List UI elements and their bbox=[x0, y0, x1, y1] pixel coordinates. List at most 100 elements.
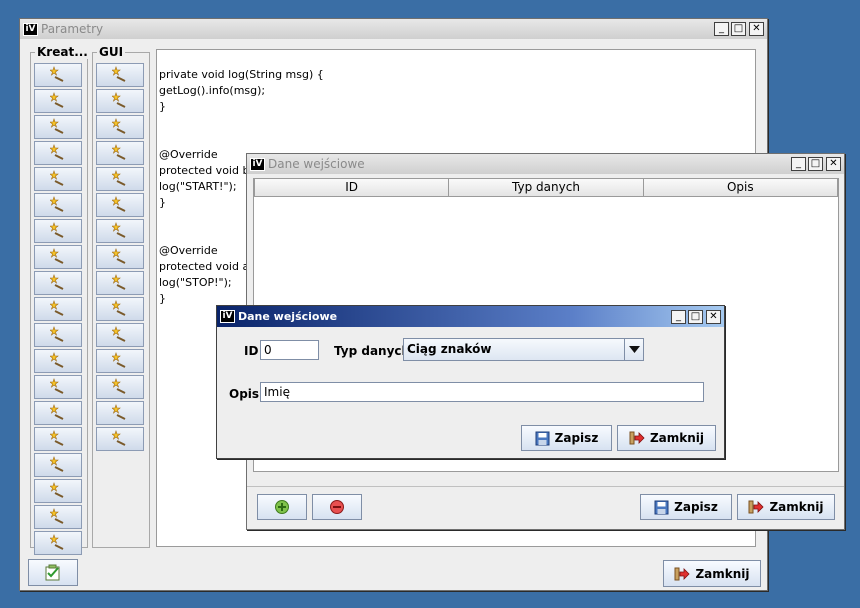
opis-field[interactable]: Imię bbox=[260, 382, 704, 402]
kreator-wand-button[interactable] bbox=[34, 401, 82, 425]
wand-icon bbox=[49, 351, 66, 371]
kreator-wand-button[interactable] bbox=[34, 141, 82, 165]
wand-icon bbox=[111, 221, 128, 241]
typ-danych-value: Ciąg znaków bbox=[407, 342, 492, 356]
kreator-wand-button[interactable] bbox=[34, 323, 82, 347]
table-zapisz-button[interactable]: Zapisz bbox=[640, 494, 732, 520]
save-icon bbox=[535, 431, 550, 445]
close-button[interactable]: ✕ bbox=[749, 22, 764, 36]
add-button[interactable] bbox=[257, 494, 307, 520]
gui-wand-button[interactable] bbox=[96, 297, 144, 321]
column-header-opis[interactable]: Opis bbox=[644, 179, 837, 196]
gui-wand-button[interactable] bbox=[96, 375, 144, 399]
wand-icon bbox=[111, 169, 128, 189]
maximize-button[interactable]: □ bbox=[808, 157, 823, 171]
zapisz-label: Zapisz bbox=[674, 500, 718, 514]
minimize-button[interactable]: _ bbox=[791, 157, 806, 171]
app-icon: iV bbox=[220, 310, 235, 323]
parametry-titlebar[interactable]: iV Parametry _ □ ✕ bbox=[20, 19, 767, 39]
table-window-titlebar[interactable]: iV Dane wejściowe _ □ ✕ bbox=[247, 154, 844, 174]
kreator-wand-button[interactable] bbox=[34, 193, 82, 217]
kreator-wand-button[interactable] bbox=[34, 167, 82, 191]
window-title: Dane wejściowe bbox=[268, 157, 365, 171]
code-line: } bbox=[159, 100, 166, 113]
remove-icon bbox=[330, 500, 344, 514]
id-label: ID bbox=[244, 344, 259, 358]
exit-icon bbox=[674, 567, 691, 580]
typ-danych-select[interactable]: Ciąg znaków bbox=[403, 338, 644, 361]
column-header-id[interactable]: ID bbox=[255, 179, 450, 196]
gui-wand-button[interactable] bbox=[96, 115, 144, 139]
wand-icon bbox=[111, 403, 128, 423]
kreator-wand-button[interactable] bbox=[34, 89, 82, 113]
zamknij-label: Zamknij bbox=[769, 500, 824, 514]
gui-wand-button[interactable] bbox=[96, 271, 144, 295]
wand-icon bbox=[49, 533, 66, 553]
window-title: Parametry bbox=[41, 22, 104, 36]
kreator-wand-button[interactable] bbox=[34, 115, 82, 139]
kreator-wand-button[interactable] bbox=[34, 453, 82, 477]
kreator-label: Kreat... bbox=[35, 45, 90, 59]
close-button[interactable]: ✕ bbox=[706, 310, 721, 324]
add-icon bbox=[275, 500, 289, 514]
main-zamknij-button[interactable]: Zamknij bbox=[663, 560, 761, 587]
gui-wand-button[interactable] bbox=[96, 167, 144, 191]
dialog-zamknij-button[interactable]: Zamknij bbox=[617, 425, 716, 451]
wand-icon bbox=[49, 455, 66, 475]
wand-icon bbox=[49, 429, 66, 449]
gui-wand-button[interactable] bbox=[96, 323, 144, 347]
kreator-wand-button[interactable] bbox=[34, 271, 82, 295]
wand-icon bbox=[49, 65, 66, 85]
gui-wand-button[interactable] bbox=[96, 427, 144, 451]
dropdown-arrow-icon[interactable] bbox=[624, 339, 643, 360]
wand-icon bbox=[49, 195, 66, 215]
id-field[interactable]: 0 bbox=[260, 340, 319, 360]
gui-wand-button[interactable] bbox=[96, 401, 144, 425]
minimize-button[interactable]: _ bbox=[671, 310, 686, 324]
window-title: Dane wejściowe bbox=[238, 310, 338, 323]
wand-icon bbox=[49, 143, 66, 163]
wand-icon bbox=[49, 221, 66, 241]
kreator-wand-button[interactable] bbox=[34, 505, 82, 529]
wand-icon bbox=[111, 195, 128, 215]
kreator-wand-button[interactable] bbox=[34, 479, 82, 503]
kreator-wand-button[interactable] bbox=[34, 349, 82, 373]
gui-wand-button[interactable] bbox=[96, 141, 144, 165]
gui-wand-button[interactable] bbox=[96, 245, 144, 269]
wand-icon bbox=[111, 143, 128, 163]
gui-wand-button[interactable] bbox=[96, 89, 144, 113]
wand-icon bbox=[49, 91, 66, 111]
wand-icon bbox=[49, 273, 66, 293]
edit-dialog-titlebar[interactable]: iV Dane wejściowe _ □ ✕ bbox=[217, 306, 724, 327]
table-zamknij-button[interactable]: Zamknij bbox=[737, 494, 835, 520]
checklist-button[interactable] bbox=[28, 559, 78, 586]
wand-icon bbox=[49, 247, 66, 267]
gui-wand-button[interactable] bbox=[96, 219, 144, 243]
kreator-wand-button[interactable] bbox=[34, 531, 82, 555]
column-header-typ[interactable]: Typ danych bbox=[449, 179, 644, 196]
wand-icon bbox=[111, 299, 128, 319]
kreator-wand-button[interactable] bbox=[34, 63, 82, 87]
minimize-button[interactable]: _ bbox=[714, 22, 729, 36]
wand-icon bbox=[111, 65, 128, 85]
kreator-wand-button[interactable] bbox=[34, 375, 82, 399]
kreator-wand-button[interactable] bbox=[34, 245, 82, 269]
zamknij-label: Zamknij bbox=[695, 566, 750, 581]
kreator-wand-button[interactable] bbox=[34, 219, 82, 243]
gui-wand-button[interactable] bbox=[96, 63, 144, 87]
close-button[interactable]: ✕ bbox=[826, 157, 841, 171]
gui-wand-button[interactable] bbox=[96, 349, 144, 373]
kreator-wand-button[interactable] bbox=[34, 297, 82, 321]
remove-button[interactable] bbox=[312, 494, 362, 520]
app-icon: iV bbox=[250, 157, 265, 171]
dialog-zapisz-button[interactable]: Zapisz bbox=[521, 425, 612, 451]
gui-wand-button[interactable] bbox=[96, 193, 144, 217]
kreator-wand-button[interactable] bbox=[34, 427, 82, 451]
maximize-button[interactable]: □ bbox=[731, 22, 746, 36]
wand-icon bbox=[111, 273, 128, 293]
wand-icon bbox=[111, 117, 128, 137]
maximize-button[interactable]: □ bbox=[688, 310, 703, 324]
opis-label: Opis bbox=[229, 387, 260, 401]
wand-icon bbox=[111, 91, 128, 111]
